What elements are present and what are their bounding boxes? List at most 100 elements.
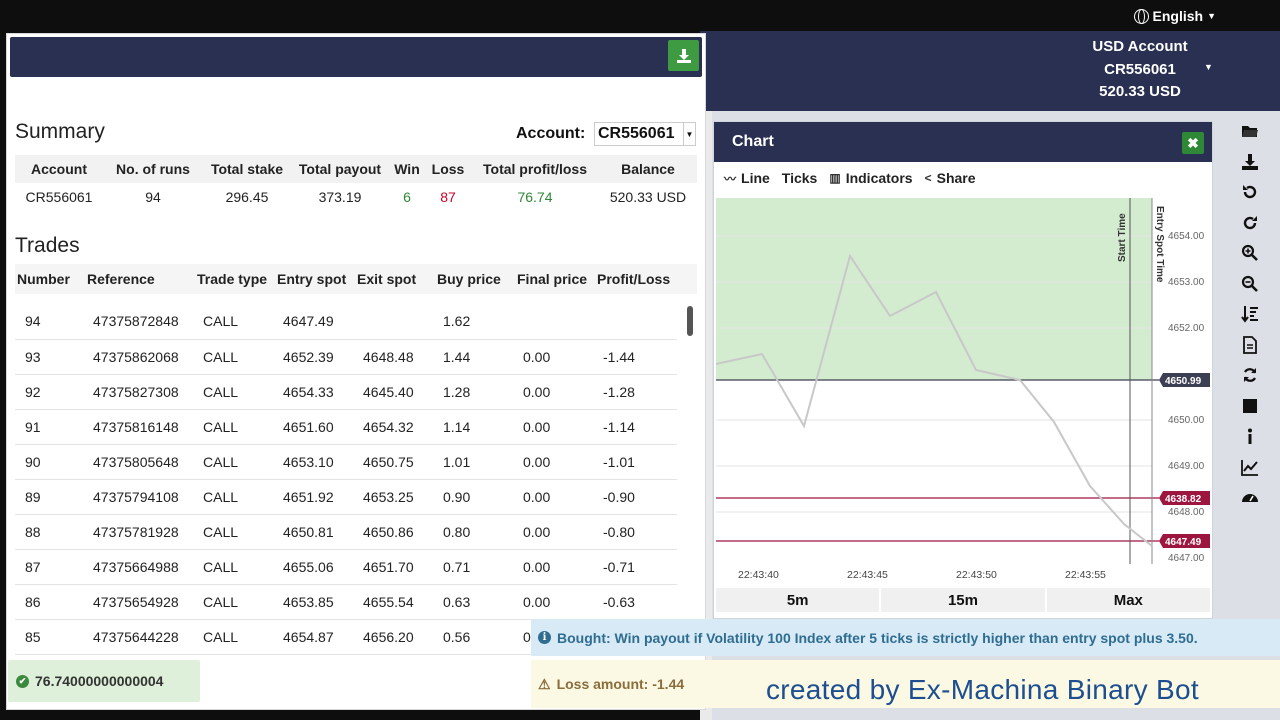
chart-type-line[interactable]: 〰 Line	[720, 170, 774, 187]
table-cell: 0.80	[435, 514, 515, 550]
sort-icon[interactable]	[1234, 299, 1266, 330]
barrier-marker-1: 4638.82	[1159, 491, 1210, 505]
table-cell: 47375862068	[85, 339, 195, 375]
chart-header[interactable]: Chart ✖	[714, 122, 1212, 162]
globe-icon	[1133, 8, 1149, 24]
y-tick-label: 4647.00	[1168, 553, 1205, 564]
table-row[interactable]: 86 47375654928 CALL 4653.85 4655.54 0.63 0.00-…	[15, 584, 677, 620]
table-row[interactable]: 93 47375862068 CALL 4652.39 4648.48 1.44 0.00-…	[15, 339, 677, 375]
warning-notification-text: Loss amount: -1.44	[556, 676, 685, 692]
line-chart-icon[interactable]	[1234, 452, 1266, 483]
summary-panel-header[interactable]	[10, 37, 702, 77]
table-cell: -1.01	[595, 444, 677, 480]
table-cell: CALL	[195, 549, 275, 585]
table-cell: 0.00	[515, 374, 595, 410]
chart-indicators[interactable]: ▥ Indicators	[825, 170, 916, 186]
chart-ticks[interactable]: Ticks	[778, 170, 822, 186]
caret-down-icon[interactable]: ▼	[1204, 62, 1213, 72]
column-header: Buy price	[435, 264, 515, 294]
table-row[interactable]: 90 47375805648 CALL 4653.10 4650.75 1.01 0.00-…	[15, 444, 677, 480]
account-select[interactable]: CR556061 ▼	[594, 122, 696, 146]
table-cell: 89	[15, 479, 85, 515]
profit-toast-value: 76.74000000000004	[35, 673, 164, 689]
table-cell	[595, 304, 677, 340]
language-selector[interactable]: English ▼	[1133, 8, 1216, 24]
redo-icon[interactable]	[1234, 208, 1266, 239]
chart-toolbar-label: Indicators	[845, 170, 913, 186]
table-cell: 88	[15, 514, 85, 550]
zoom-in-icon[interactable]	[1234, 238, 1266, 269]
range-max-button[interactable]: Max	[1046, 588, 1210, 612]
table-cell: 4655.54	[355, 584, 435, 620]
table-cell: 47375805648	[85, 444, 195, 480]
close-icon[interactable]: ✖	[1182, 132, 1204, 154]
column-header: Balance	[599, 155, 697, 183]
table-cell: CALL	[195, 584, 275, 620]
stop-icon[interactable]	[1234, 391, 1266, 422]
download-icon	[676, 48, 691, 63]
folder-open-icon[interactable]	[1234, 116, 1266, 147]
table-cell: 85	[15, 619, 85, 655]
table-cell: 4647.49	[275, 304, 355, 340]
table-cell: 0.00	[515, 514, 595, 550]
chart-share[interactable]: < Share	[921, 170, 980, 186]
table-cell: 0.90	[435, 479, 515, 515]
table-cell: -1.44	[595, 339, 677, 375]
summary-header-row: Account No. of runs Total stake Total pa…	[15, 155, 697, 183]
zoom-out-icon[interactable]	[1234, 269, 1266, 300]
table-row[interactable]: 91 47375816148 CALL 4651.60 4654.32 1.14 0.00-…	[15, 409, 677, 445]
chart-toolbar-label: Line	[741, 170, 770, 186]
table-cell: 0.00	[515, 549, 595, 585]
y-tick-label: 4654.00	[1168, 231, 1205, 242]
summary-cell: 520.33 USD	[609, 189, 687, 205]
trades-table[interactable]: 94 47375872848 CALL 4647.49 1.62 93 4737586206…	[15, 304, 677, 655]
price-chart[interactable]: Start Time Entry Spot Time 4654.00 4653.…	[714, 194, 1212, 586]
table-row[interactable]: 88 47375781928 CALL 4650.81 4650.86 0.80 0.00-…	[15, 514, 677, 550]
range-5m-button[interactable]: 5m	[716, 588, 880, 612]
table-cell: -0.71	[595, 549, 677, 585]
range-15m-button[interactable]: 15m	[881, 588, 1045, 612]
table-row[interactable]: 87 47375664988 CALL 4655.06 4651.70 0.71 0.00-…	[15, 549, 677, 585]
summary-cell-profit: 76.74	[517, 189, 553, 205]
column-header: Number	[15, 264, 85, 294]
summary-cell-win: 6	[403, 189, 411, 205]
table-cell: 92	[15, 374, 85, 410]
download-button[interactable]	[668, 40, 699, 71]
table-cell: CALL	[195, 339, 275, 375]
summary-panel: Summary Account: CR556061 ▼ Account No. …	[6, 33, 706, 710]
table-cell: -1.28	[595, 374, 677, 410]
undo-icon[interactable]	[1234, 177, 1266, 208]
x-tick-label: 22:43:50	[956, 569, 997, 581]
table-row[interactable]: 92 47375827308 CALL 4654.33 4645.40 1.28 0.00-…	[15, 374, 677, 410]
chart-toolbar-label: Ticks	[781, 170, 818, 186]
current-price-label: 4650.99	[1165, 376, 1202, 387]
download-icon[interactable]	[1234, 147, 1266, 178]
right-toolbar	[1228, 116, 1272, 513]
account-currency: USD Account	[1092, 38, 1188, 55]
table-cell: 0.00	[515, 584, 595, 620]
y-tick-label: 4653.00	[1168, 277, 1205, 288]
file-icon[interactable]	[1234, 330, 1266, 361]
table-row[interactable]: 94 47375872848 CALL 4647.49 1.62	[15, 304, 677, 340]
table-cell	[515, 304, 595, 340]
table-cell: 94	[15, 304, 85, 340]
summary-cell-loss: 87	[440, 189, 456, 205]
table-cell: -0.90	[595, 479, 677, 515]
table-cell: 47375794108	[85, 479, 195, 515]
y-tick-label: 4648.00	[1168, 507, 1205, 518]
table-cell: 86	[15, 584, 85, 620]
account-menu[interactable]: USD Account CR556061 520.33 USD	[1080, 36, 1200, 104]
table-cell: 47375827308	[85, 374, 195, 410]
table-cell: 0.00	[515, 409, 595, 445]
chart-title: Chart	[732, 133, 774, 150]
info-icon[interactable]	[1234, 421, 1266, 452]
dashboard-icon[interactable]	[1234, 482, 1266, 513]
refresh-icon[interactable]	[1234, 360, 1266, 391]
table-cell: 47375654928	[85, 584, 195, 620]
summary-cell: 296.45	[225, 189, 269, 205]
table-row[interactable]: 89 47375794108 CALL 4651.92 4653.25 0.90 0.00-…	[15, 479, 677, 515]
table-cell: 4650.75	[355, 444, 435, 480]
summary-row: CR556061 94 296.45 373.19 6 87 76.74 520…	[15, 183, 697, 211]
trades-scrollbar[interactable]	[687, 306, 693, 336]
y-tick-label: 4650.00	[1168, 415, 1205, 426]
